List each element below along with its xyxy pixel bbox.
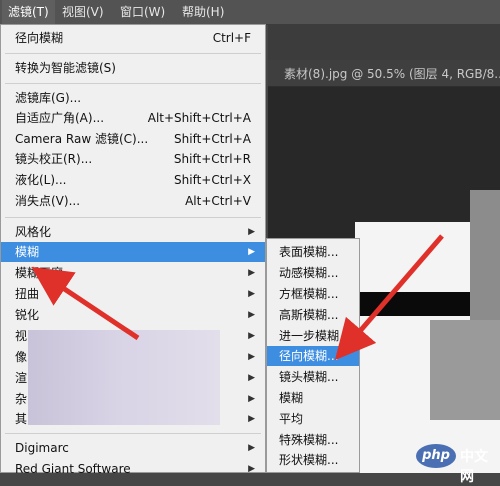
annotation-arrows <box>31 234 444 361</box>
php-logo-icon: php <box>416 444 456 468</box>
arrow-to-radial-blur-icon <box>334 234 444 361</box>
arrow-to-blur-icon <box>31 266 140 341</box>
php-watermark: php 中文网 <box>416 440 500 485</box>
watermark-text: 中文网 <box>460 449 488 485</box>
